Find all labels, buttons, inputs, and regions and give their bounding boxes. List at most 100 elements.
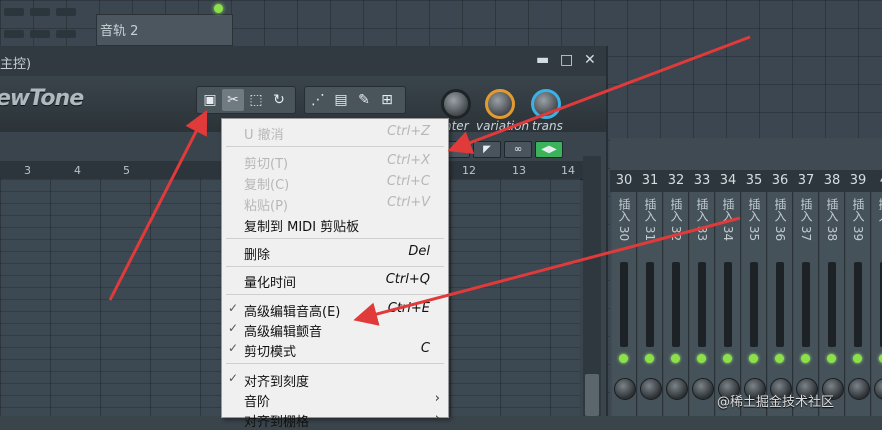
ruler-number: 12 [462, 164, 476, 177]
cut-tool-icon[interactable]: ✂ [222, 89, 244, 111]
channel-led[interactable] [827, 354, 836, 363]
playlist-button[interactable] [4, 8, 24, 16]
menu-item-quantize[interactable]: 量化时间 Ctrl+Q [222, 270, 448, 291]
mixer-channel-number: 36 [771, 173, 789, 188]
playlist-button[interactable] [30, 8, 50, 16]
channel-pan-knob[interactable] [848, 378, 870, 400]
menu-item-delete[interactable]: 删除 Del [222, 242, 448, 263]
menu-separator [226, 238, 444, 239]
channel-pan-knob[interactable] [692, 378, 714, 400]
menu-item-paste[interactable]: 粘贴(P) Ctrl+V [222, 193, 448, 214]
channel-pan-knob[interactable] [614, 378, 636, 400]
scrollbar-thumb[interactable] [585, 374, 599, 416]
mixer-channel-number: 30 [615, 173, 633, 188]
menu-item-copy-midi[interactable]: 复制到 MIDI 剪贴板 [222, 214, 448, 235]
menu-item-snap-to-tick[interactable]: ✓ 对齐到刻度 [222, 369, 448, 390]
close-button[interactable]: ✕ [584, 52, 596, 68]
channel-led[interactable] [671, 354, 680, 363]
variation-knob[interactable] [485, 89, 515, 119]
channel-fader[interactable] [724, 262, 732, 347]
channel-fader[interactable] [646, 262, 654, 347]
chevron-right-icon: › [434, 411, 440, 426]
mixer-channel-label: 插入 38 [825, 198, 839, 242]
title-bar [0, 46, 606, 76]
chevron-right-icon: › [434, 391, 440, 406]
refresh-icon[interactable]: ↻ [268, 89, 290, 111]
channel-led[interactable] [853, 354, 862, 363]
link-icon[interactable]: ∞ [504, 141, 532, 158]
playlist-button[interactable] [56, 8, 76, 16]
track-led[interactable] [214, 4, 223, 13]
save-icon[interactable]: ▣ [199, 89, 221, 111]
trans-knob[interactable] [531, 89, 561, 119]
menu-item-advanced-vibrato[interactable]: ✓ 高级编辑颤音 [222, 319, 448, 340]
menu-item-advanced-pitch[interactable]: ✓ 高级编辑音高(E) Ctrl+E [222, 299, 448, 320]
menu-item-undo[interactable]: U 撤消 Ctrl+Z [222, 122, 448, 143]
channel-fader[interactable] [854, 262, 862, 347]
channel-fader[interactable] [828, 262, 836, 347]
channel-fader[interactable] [802, 262, 810, 347]
plugin-logo: ewTone [0, 86, 84, 111]
menu-separator [226, 266, 444, 267]
channel-fader[interactable] [776, 262, 784, 347]
channel-led[interactable] [749, 354, 758, 363]
mixer-channel-label: 插入 34 [721, 198, 735, 242]
window-title: 主控) [0, 57, 32, 72]
channel-led[interactable] [645, 354, 654, 363]
menu-separator [226, 146, 444, 147]
channel-led[interactable] [723, 354, 732, 363]
play-icon[interactable]: ◀▶ [535, 141, 563, 158]
ruler-number: 14 [561, 164, 575, 177]
knob-label: variation [476, 119, 530, 133]
mixer-channel-number: 39 [849, 173, 867, 188]
mixer-channel-number: 34 [719, 173, 737, 188]
draw-tools-group: ⋰ ▤ ✎ ⊞ [304, 86, 406, 114]
channel-led[interactable] [801, 354, 810, 363]
select-tool-icon[interactable]: ⬚ [245, 89, 267, 111]
menu-item-scale[interactable]: 音阶 › [222, 389, 448, 410]
check-icon: ✓ [228, 371, 239, 385]
watermark: @稀土掘金技术社区 [717, 395, 835, 410]
channel-fader[interactable] [672, 262, 680, 347]
minimize-button[interactable]: ▬ [536, 52, 549, 68]
channel-fader[interactable] [620, 262, 628, 347]
ruler-number: 3 [24, 164, 31, 177]
mixer-channel-label: 插入 [877, 198, 882, 222]
channel-fader[interactable] [750, 262, 758, 347]
playlist-button[interactable] [30, 30, 50, 38]
channel-pan-knob[interactable] [640, 378, 662, 400]
mixer-channel-label: 插入 37 [799, 198, 813, 242]
menu-item-snap-to-grid[interactable]: 对齐到棚格 › [222, 409, 448, 430]
menu-item-copy[interactable]: 复制(C) Ctrl+C [222, 172, 448, 193]
menu-item-cut-mode[interactable]: ✓ 剪切模式 C [222, 339, 448, 360]
playlist-button[interactable] [56, 30, 76, 38]
mixer-channel-number: 38 [823, 173, 841, 188]
mixer-channel-number: 33 [693, 173, 711, 188]
track-label: 音轨 2 [100, 24, 139, 39]
line-tool-icon[interactable]: ⋰ [307, 89, 329, 111]
channel-led[interactable] [619, 354, 628, 363]
maximize-button[interactable]: □ [560, 52, 573, 68]
channel-fader[interactable] [698, 262, 706, 347]
check-icon: ✓ [228, 321, 239, 335]
playlist-button[interactable] [4, 30, 24, 38]
check-icon: ✓ [228, 301, 239, 315]
channel-pan-knob[interactable] [666, 378, 688, 400]
channel-led[interactable] [697, 354, 706, 363]
ruler-number: 4 [74, 164, 81, 177]
ruler-number: 5 [123, 164, 130, 177]
mixer-channel-label: 插入 39 [851, 198, 865, 242]
mixer-channel-label: 插入 35 [747, 198, 761, 242]
mixer-channel-label: 插入 33 [695, 198, 709, 242]
slice-tool-icon[interactable]: ⊞ [376, 89, 398, 111]
paint-tool-icon[interactable]: ✎ [353, 89, 375, 111]
mixer-channel-number: 4 [871, 173, 882, 188]
context-menu: U 撤消 Ctrl+Z 剪切(T) Ctrl+X 复制(C) Ctrl+C 粘贴(P)… [221, 118, 449, 430]
center-knob[interactable] [441, 89, 471, 119]
check-icon: ✓ [228, 341, 239, 355]
knob-label: trans [532, 119, 563, 133]
menu-item-cut[interactable]: 剪切(T) Ctrl+X [222, 151, 448, 172]
graph-icon[interactable]: ◤ [473, 141, 501, 158]
add-note-icon[interactable]: ▤ [330, 89, 352, 111]
channel-led[interactable] [775, 354, 784, 363]
